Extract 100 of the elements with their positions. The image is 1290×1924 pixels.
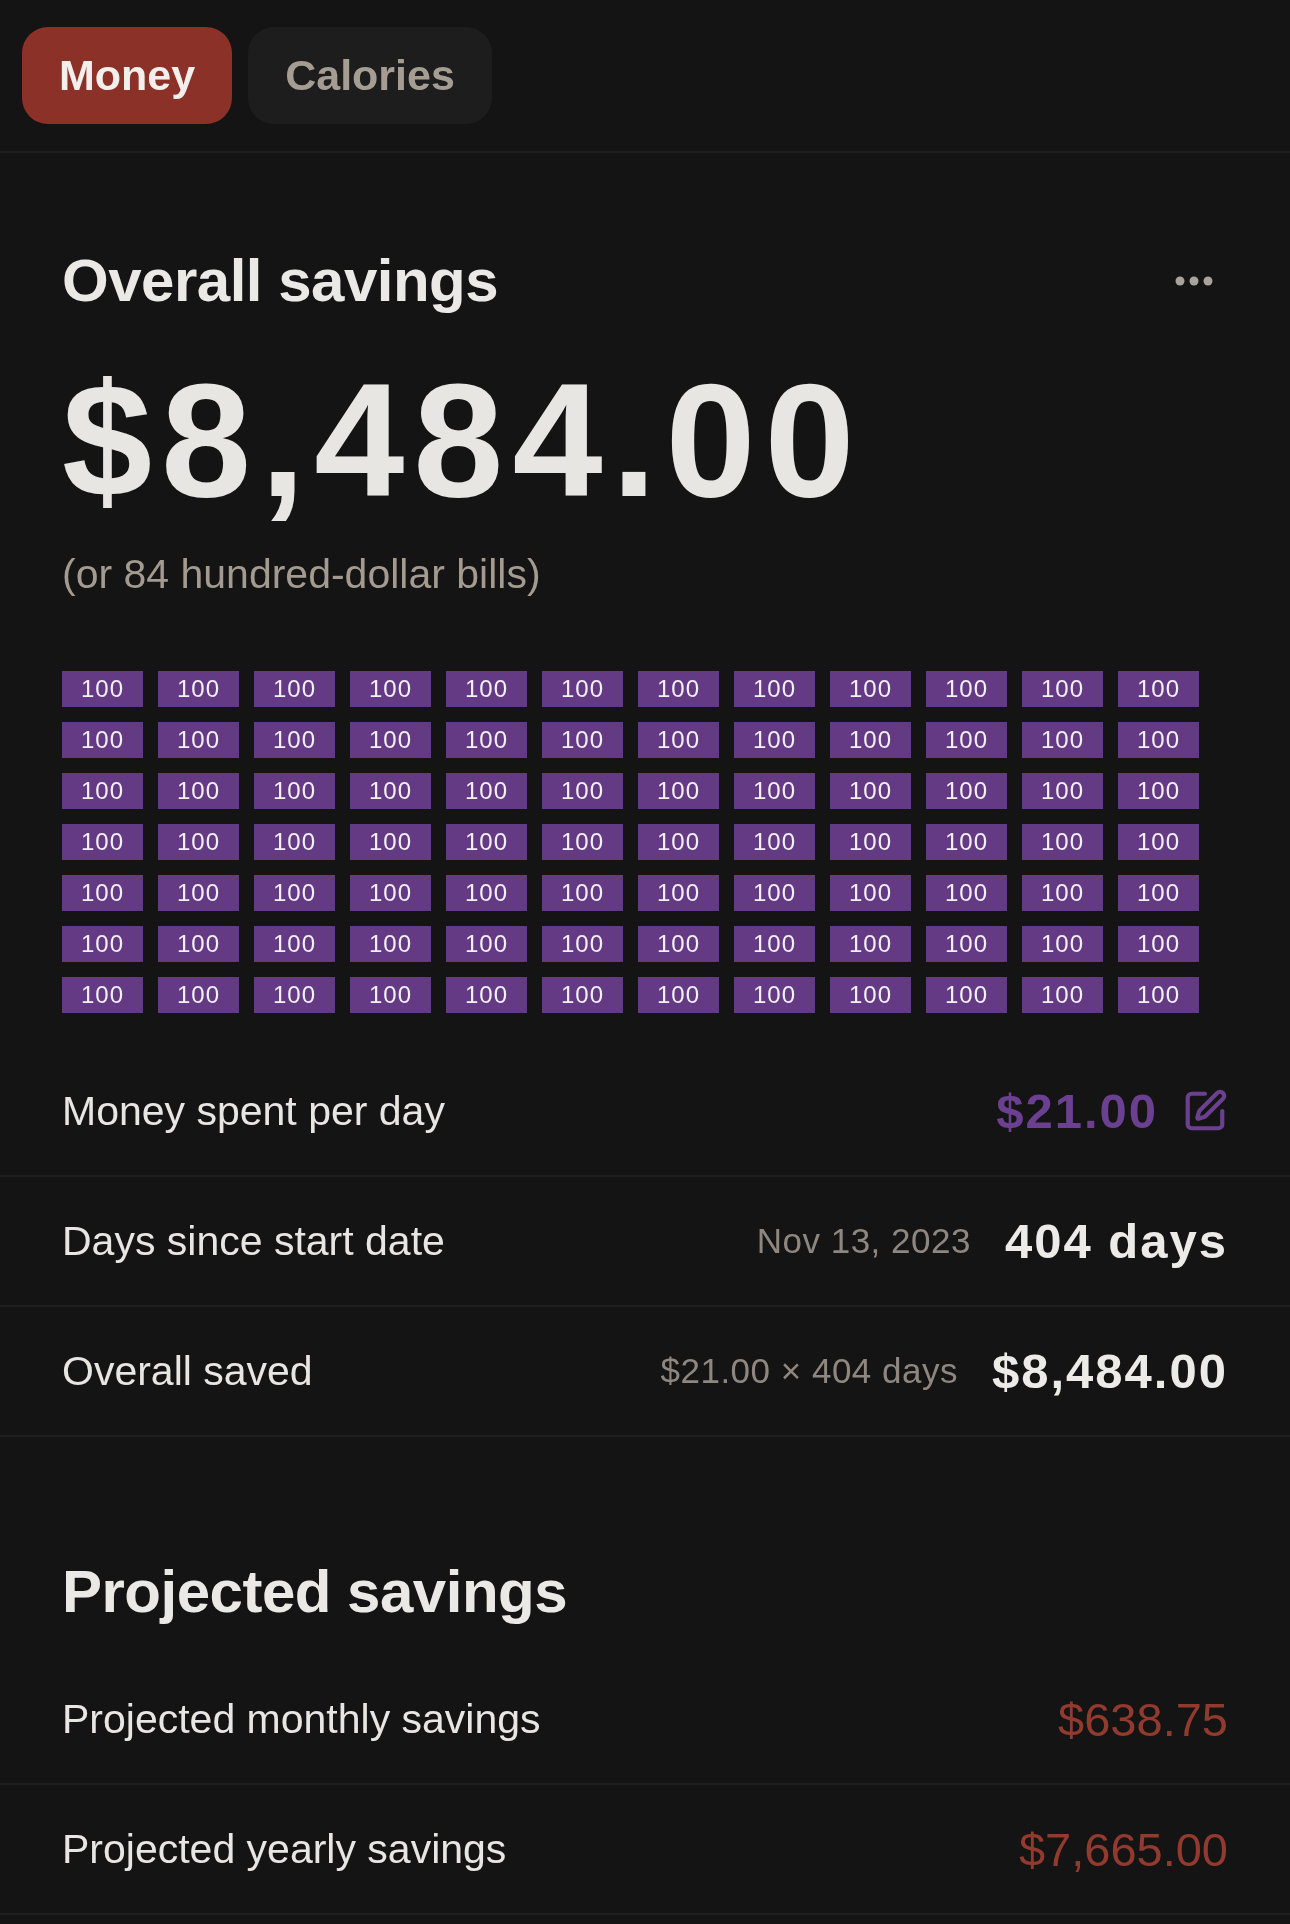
hundred-dollar-bill: 100 (926, 977, 1007, 1013)
section-title: Overall savings (62, 251, 499, 311)
row-label: Days since start date (62, 1217, 445, 1265)
hundred-dollar-bill: 100 (734, 977, 815, 1013)
savings-amount: $8,484.00 (62, 359, 864, 521)
projected-value: $7,665.00 (1018, 1821, 1228, 1877)
hundred-dollar-bill: 100 (926, 875, 1007, 911)
hundred-dollar-bill: 100 (734, 773, 815, 809)
hundred-dollar-bill: 100 (1118, 824, 1199, 860)
hundred-dollar-bill: 100 (734, 875, 815, 911)
hundred-dollar-bill: 100 (446, 773, 527, 809)
hundred-dollar-bill: 100 (350, 671, 431, 707)
hundred-dollar-bill: 100 (350, 926, 431, 962)
hundred-dollar-bill: 100 (350, 977, 431, 1013)
hundred-dollar-bill: 100 (926, 722, 1007, 758)
hundred-dollar-bill: 100 (350, 824, 431, 860)
hundred-dollar-bill: 100 (446, 926, 527, 962)
hundred-dollar-bill: 100 (62, 977, 143, 1013)
hundred-dollar-bill: 100 (926, 773, 1007, 809)
hundred-dollar-bill: 100 (542, 824, 623, 860)
hundred-dollar-bill: 100 (542, 875, 623, 911)
hundred-dollar-bill: 100 (62, 875, 143, 911)
hundred-dollar-bill: 100 (1022, 977, 1103, 1013)
hundred-dollar-bill: 100 (542, 926, 623, 962)
bills-caption: (or 84 hundred-dollar bills) (62, 554, 541, 595)
hundred-dollar-bill: 100 (1022, 773, 1103, 809)
hundred-dollar-bill: 100 (734, 824, 815, 860)
hundred-dollar-bill: 100 (1118, 722, 1199, 758)
hundred-dollar-bill: 100 (926, 926, 1007, 962)
row-value: 404 days (1004, 1213, 1228, 1269)
hundred-dollar-bill: 100 (158, 773, 239, 809)
row-label: Projected monthly savings (62, 1695, 541, 1743)
hundred-dollar-bill: 100 (542, 977, 623, 1013)
hundred-dollar-bill: 100 (542, 773, 623, 809)
row-label: Overall saved (62, 1347, 313, 1395)
hundred-dollar-bill: 100 (1118, 773, 1199, 809)
hundred-dollar-bill: 100 (446, 824, 527, 860)
hundred-dollar-bill: 100 (542, 722, 623, 758)
hundred-dollar-bill: 100 (1118, 977, 1199, 1013)
hundred-dollar-bill: 100 (62, 722, 143, 758)
hundred-dollar-bill: 100 (158, 671, 239, 707)
hundred-dollar-bill: 100 (830, 722, 911, 758)
hundred-dollar-bill: 100 (638, 773, 719, 809)
hundred-dollar-bill: 100 (1022, 926, 1103, 962)
hundred-dollar-bill: 100 (62, 773, 143, 809)
tab[interactable]: Calories (248, 27, 492, 124)
hundred-dollar-bill: 100 (734, 671, 815, 707)
hundred-dollar-bill: 100 (254, 671, 335, 707)
more-icon[interactable] (1175, 276, 1213, 286)
hundred-dollar-bill: 100 (830, 824, 911, 860)
hundred-dollar-bill: 100 (734, 722, 815, 758)
row-label: Projected yearly savings (62, 1825, 507, 1873)
hundred-dollar-bill: 100 (158, 722, 239, 758)
hundred-dollar-bill: 100 (254, 773, 335, 809)
hundred-dollar-bill: 100 (830, 671, 911, 707)
hundred-dollar-bill: 100 (638, 671, 719, 707)
hundred-dollar-bill: 100 (62, 671, 143, 707)
projected-value: $638.75 (1058, 1691, 1228, 1747)
hundred-dollar-bill: 100 (62, 824, 143, 860)
hundred-dollar-bill: 100 (446, 977, 527, 1013)
hundred-dollar-bill: 100 (446, 671, 527, 707)
hundred-dollar-bill: 100 (254, 977, 335, 1013)
hundred-dollar-bill: 100 (638, 977, 719, 1013)
hundred-dollar-bill: 100 (350, 722, 431, 758)
hundred-dollar-bill: 100 (542, 671, 623, 707)
hundred-dollar-bill: 100 (830, 977, 911, 1013)
hundred-dollar-bill: 100 (158, 824, 239, 860)
section-title: Projected savings (62, 1562, 568, 1622)
hundred-dollar-bill: 100 (1022, 875, 1103, 911)
hundred-dollar-bill: 100 (638, 875, 719, 911)
hundred-dollar-bill: 100 (350, 875, 431, 911)
hundred-dollar-bill: 100 (830, 773, 911, 809)
hundred-dollar-bill: 100 (926, 671, 1007, 707)
hundred-dollar-bill: 100 (254, 875, 335, 911)
tab[interactable]: Money (22, 27, 233, 124)
row-detail: Nov 13, 2023 (756, 1221, 971, 1261)
row-detail: $21.00 × 404 days (660, 1351, 958, 1391)
hundred-dollar-bill: 100 (254, 926, 335, 962)
hundred-dollar-bill: 100 (254, 722, 335, 758)
hundred-dollar-bill: 100 (1022, 722, 1103, 758)
hundred-dollar-bill: 100 (830, 875, 911, 911)
hundred-dollar-bill: 100 (638, 824, 719, 860)
hundred-dollar-bill: 100 (62, 926, 143, 962)
hundred-dollar-bill: 100 (446, 875, 527, 911)
hundred-dollar-bill: 100 (1118, 671, 1199, 707)
row-label: Money spent per day (62, 1087, 445, 1135)
hundred-dollar-bill: 100 (830, 926, 911, 962)
row-value: $8,484.00 (992, 1343, 1228, 1399)
daily-amount: $21.00 (996, 1083, 1158, 1139)
hundred-dollar-bill: 100 (350, 773, 431, 809)
hundred-dollar-bill: 100 (926, 824, 1007, 860)
hundred-dollar-bill: 100 (158, 875, 239, 911)
hundred-dollar-bill: 100 (1118, 875, 1199, 911)
hundred-dollar-bill: 100 (734, 926, 815, 962)
hundred-dollar-bill: 100 (446, 722, 527, 758)
hundred-dollar-bill: 100 (1022, 824, 1103, 860)
hundred-dollar-bill: 100 (158, 926, 239, 962)
hundred-dollar-bill: 100 (638, 926, 719, 962)
hundred-dollar-bill: 100 (638, 722, 719, 758)
hundred-dollar-bill: 100 (158, 977, 239, 1013)
